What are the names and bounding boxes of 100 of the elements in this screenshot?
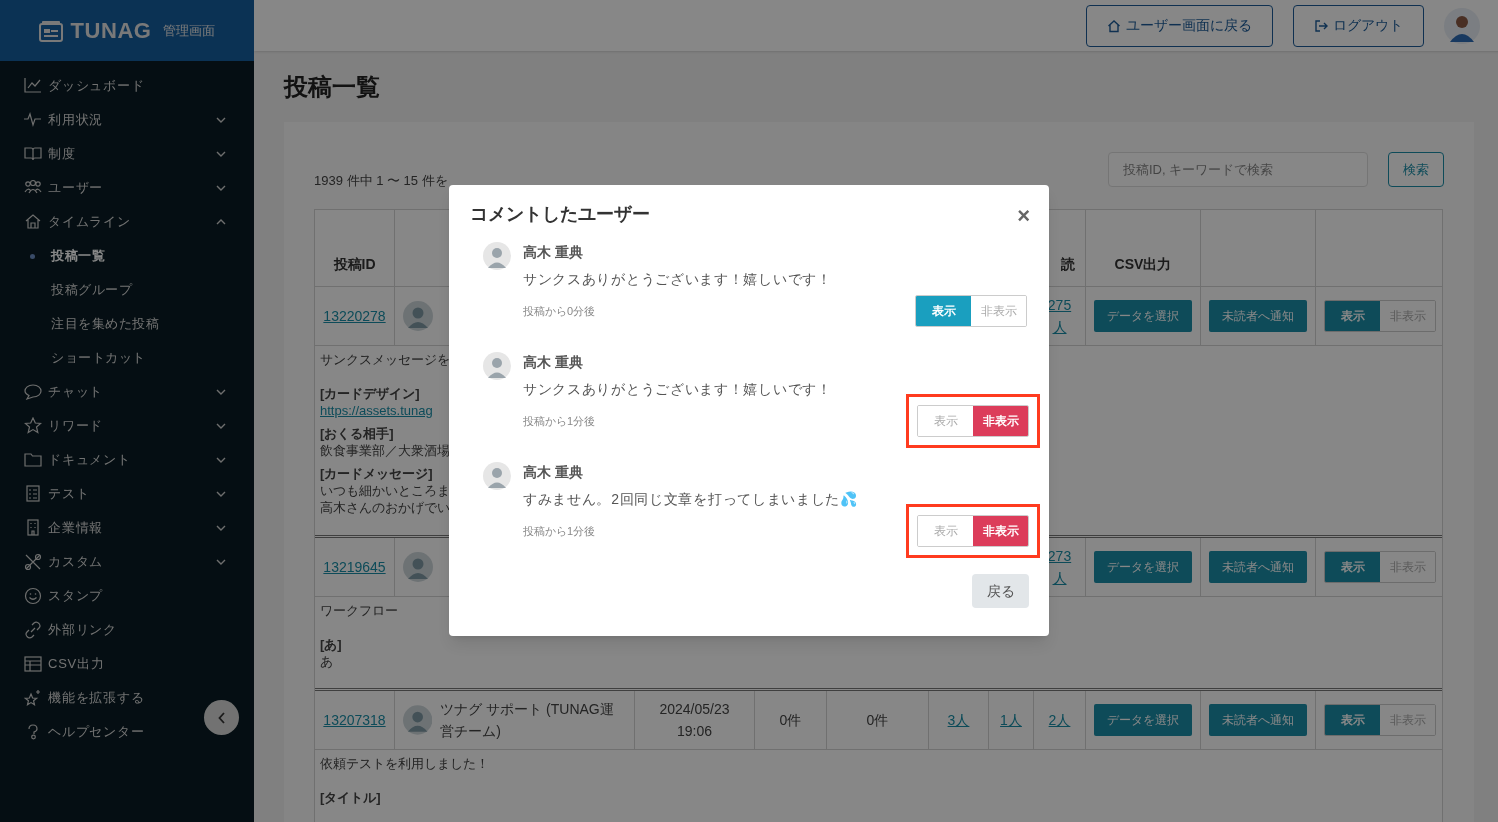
result-count: 1939 件中 1 〜 15 件を <box>314 171 448 190</box>
collapse-button[interactable] <box>204 700 239 735</box>
pulse-icon <box>24 111 42 129</box>
action-button[interactable]: 未読者へ通知 <box>1209 551 1307 583</box>
visibility-toggle[interactable]: 表示 <box>916 296 971 326</box>
post-id-link[interactable]: 13220278 <box>323 305 386 327</box>
sidebar-item[interactable]: 制度 <box>0 137 254 171</box>
section-heading: [カードメッセージ] <box>320 465 433 482</box>
visibility-toggle[interactable]: 表示 <box>1325 301 1380 331</box>
close-button[interactable]: × <box>1017 204 1030 227</box>
comment-time: 投稿から1分後 <box>523 413 596 429</box>
body-text: あ <box>320 653 333 670</box>
avatar <box>403 301 433 331</box>
avatar <box>483 462 511 490</box>
body-text: サンクスメッセージを <box>320 351 450 368</box>
sidebar-item[interactable]: ダッシュボード <box>0 69 254 103</box>
action-button[interactable]: データを選択 <box>1094 300 1192 332</box>
sidebar-item[interactable]: 企業情報 <box>0 511 254 545</box>
sidebar-subitem[interactable]: ショートカット <box>0 341 254 375</box>
sidebar-item[interactable]: ドキュメント <box>0 443 254 477</box>
avatar <box>483 242 511 270</box>
commenter-name: 高木 重典 <box>523 353 584 372</box>
comment-text: サンクスありがとうございます！嬉しいです！ <box>523 270 833 289</box>
avatar <box>403 705 433 735</box>
post-id-link[interactable]: 13207318 <box>323 709 386 731</box>
back-button[interactable]: 戻る <box>972 574 1029 608</box>
sidebar-subitem[interactable]: 注目を集めた投稿 <box>0 307 254 341</box>
sidebar-item[interactable]: 利用状況 <box>0 103 254 137</box>
action-button[interactable]: データを選択 <box>1094 551 1192 583</box>
sidebar-item[interactable]: テスト <box>0 477 254 511</box>
chevron-left-icon <box>217 711 226 724</box>
sidebar-item[interactable]: スタンプ <box>0 579 254 613</box>
speech-bubble-icon <box>24 383 42 401</box>
post-id-link[interactable]: 13219645 <box>323 556 386 578</box>
visibility-toggle[interactable]: 非表示 <box>973 406 1028 436</box>
section-heading: [タイトル] <box>320 789 381 806</box>
commenter-name: 高木 重典 <box>523 243 584 262</box>
action-button[interactable]: 未読者へ通知 <box>1209 300 1307 332</box>
sparkle-star-icon <box>24 689 42 707</box>
visibility-toggle[interactable]: 表示 <box>1325 705 1380 735</box>
home-icon <box>1107 18 1121 33</box>
avatar <box>483 352 511 380</box>
star-icon <box>24 417 42 435</box>
section-heading: [あ] <box>320 636 342 653</box>
page-title: 投稿一覧 <box>284 72 381 102</box>
body-text: 高木さんのおかげでい <box>320 499 450 516</box>
sidebar-subitem[interactable]: 投稿一覧 <box>0 239 254 273</box>
body-link[interactable]: https://assets.tunag <box>320 402 433 419</box>
logo-subtitle: 管理画面 <box>163 21 216 40</box>
column-header: CSV出力 <box>1114 255 1172 274</box>
checklist-icon <box>24 485 42 503</box>
column-header: 投稿ID <box>333 255 376 274</box>
sidebar-item[interactable]: タイムライン <box>0 205 254 239</box>
building-icon <box>24 519 42 537</box>
logo-icon <box>38 19 63 42</box>
link-icon <box>24 621 42 639</box>
action-button[interactable]: 未読者へ通知 <box>1209 704 1307 736</box>
action-button[interactable]: データを選択 <box>1094 704 1192 736</box>
sidebar-item[interactable]: ユーザー <box>0 171 254 205</box>
sidebar-item[interactable]: カスタム <box>0 545 254 579</box>
header-button[interactable]: ログアウト <box>1293 4 1424 47</box>
avatar <box>403 552 433 582</box>
chart-icon <box>24 77 42 95</box>
table-icon <box>24 655 42 673</box>
section-heading: [カードデザイン] <box>320 385 420 402</box>
smile-icon <box>24 587 42 605</box>
visibility-toggle[interactable]: 表示 <box>1325 552 1380 582</box>
sidebar-item[interactable]: チャット <box>0 375 254 409</box>
sidebar-item[interactable]: 外部リンク <box>0 613 254 647</box>
dialog-title: コメントしたユーザー <box>470 203 650 226</box>
section-heading: [おくる相手] <box>320 425 394 442</box>
comment-time: 投稿から0分後 <box>523 303 596 319</box>
comment-time: 投稿から1分後 <box>523 523 596 539</box>
book-icon <box>24 145 42 163</box>
logout-icon <box>1314 18 1328 33</box>
avatar <box>1444 7 1480 44</box>
body-text: ワークフロー <box>320 602 398 619</box>
comment-text: すみません。2回同じ文章を打ってしまいました💦 <box>523 490 859 509</box>
author-name: ツナグ サポート (TUNAG運営チーム) <box>440 700 615 741</box>
visibility-toggle[interactable]: 非表示 <box>973 516 1028 546</box>
body-text: 飲食事業部／大衆酒場 <box>320 442 450 459</box>
folder-icon <box>24 451 42 469</box>
search-button[interactable]: 検索 <box>1388 152 1444 187</box>
commenter-name: 高木 重典 <box>523 463 584 482</box>
column-header: 読 <box>1061 255 1075 274</box>
sidebar-item[interactable]: リワード <box>0 409 254 443</box>
logo-text: TUNAG <box>70 17 152 45</box>
comment-count: 0件 <box>779 710 802 730</box>
post-date: 2024/05/23 19:06 <box>658 700 731 741</box>
reaction-count: 0件 <box>866 710 889 730</box>
sidebar-subitem[interactable]: 投稿グループ <box>0 273 254 307</box>
sidebar-item[interactable]: CSV出力 <box>0 647 254 681</box>
body-text: いつも細かいところま <box>320 482 450 499</box>
count-link[interactable]: 1人 <box>1000 709 1022 731</box>
comment-text: サンクスありがとうございます！嬉しいです！ <box>523 380 833 399</box>
count-link[interactable]: 3人 <box>947 709 970 731</box>
header-button[interactable]: ユーザー画面に戻る <box>1086 4 1273 47</box>
tools-icon <box>24 553 42 571</box>
home-icon <box>24 213 42 231</box>
unread-link[interactable]: 2人 <box>1041 709 1078 731</box>
